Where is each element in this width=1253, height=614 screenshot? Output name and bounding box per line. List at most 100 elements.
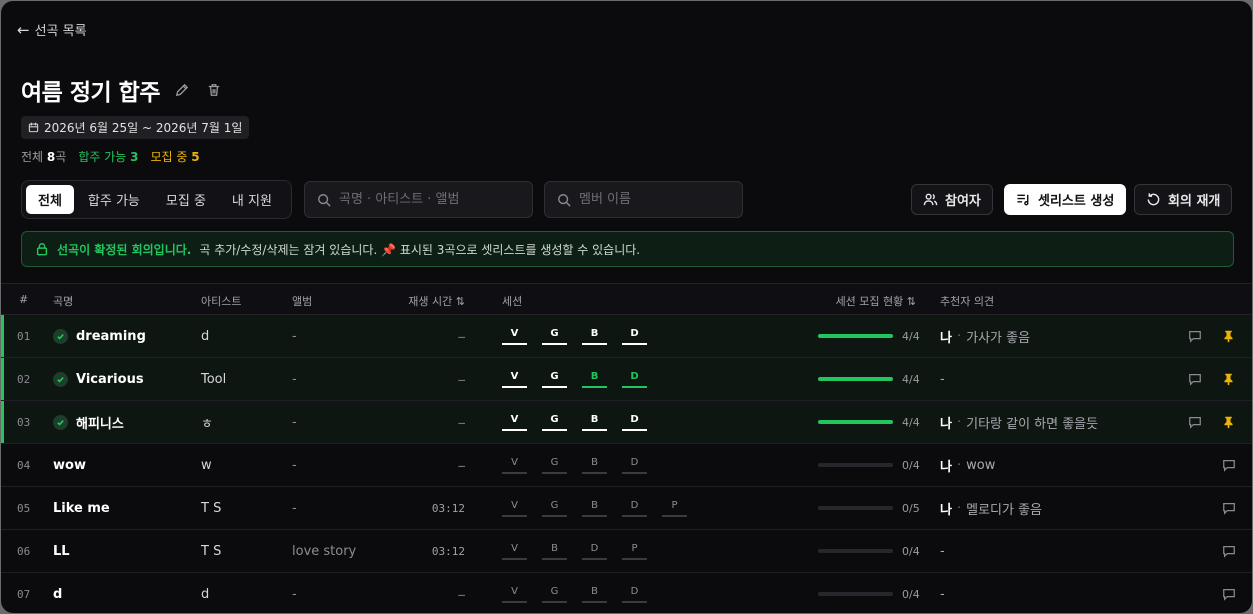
session-chip[interactable]: D (622, 457, 647, 474)
session-chip[interactable]: V (502, 371, 527, 388)
pin-icon[interactable] (1222, 329, 1235, 343)
col-num: # (19, 293, 29, 306)
member-search-input[interactable] (579, 192, 729, 207)
session-chip[interactable]: G (542, 371, 567, 388)
comment-icon[interactable] (1222, 458, 1236, 472)
session-chip[interactable]: B (582, 500, 607, 517)
session-chip[interactable]: V (502, 543, 527, 560)
resume-meeting-button[interactable]: 회의 재개 (1134, 184, 1233, 215)
page-title: 여름 정기 합주 (21, 80, 160, 106)
table-row[interactable]: 04 wow w - – V G B D 0/4 나 · wow (1, 444, 1252, 487)
col-title: 곡명 (53, 295, 74, 308)
session-chip[interactable]: V (502, 414, 527, 431)
session-chip[interactable]: G (542, 328, 567, 345)
session-chip[interactable]: V (502, 586, 527, 603)
album: - (292, 328, 297, 344)
pin-icon[interactable] (1222, 372, 1235, 386)
song-counts: 전체 8곡 합주 가능 3 모집 중 5 (21, 148, 200, 165)
col-album: 앨범 (292, 295, 313, 308)
back-link[interactable]: ← 선곡 목록 (17, 20, 87, 40)
artist: w (201, 457, 212, 473)
session-chip[interactable]: P (662, 500, 687, 517)
progress-bar (818, 420, 893, 424)
session-chip[interactable]: D (622, 371, 647, 388)
opinion-text: wow (966, 457, 996, 473)
table-body: 01 dreaming d - – V G B D 4/4 나 · 가사가 좋음 02 Vicarious T… (1, 315, 1252, 613)
progress-fill (818, 377, 893, 381)
session-chip[interactable]: P (622, 543, 647, 560)
table-row[interactable]: 02 Vicarious Tool - – V G B D 4/4 - (1, 358, 1252, 401)
session-chip[interactable]: B (582, 371, 607, 388)
session-chips: VGBDP (502, 487, 687, 529)
comment-icon[interactable] (1188, 372, 1202, 386)
filter-tabs: 전체 합주 가능 모집 중 내 지원 (21, 180, 292, 219)
progress-bar (818, 463, 893, 467)
participants-button[interactable]: 참여자 (911, 184, 993, 215)
song-title: Like me (53, 500, 110, 516)
duration: – (458, 329, 465, 343)
session-chip[interactable]: G (542, 414, 567, 431)
session-chip[interactable]: B (582, 457, 607, 474)
session-chip[interactable]: V (502, 328, 527, 345)
session-chip[interactable]: V (502, 457, 527, 474)
session-chips: VGBD (502, 444, 647, 486)
row-number: 03 (17, 415, 31, 429)
session-chip[interactable]: G (542, 457, 567, 474)
col-duration-sort[interactable]: 재생 시간 ⇅ (408, 293, 465, 309)
col-progress-sort[interactable]: 세션 모집 현황 ⇅ (836, 293, 916, 309)
users-icon (923, 193, 938, 206)
song-title: LL (53, 543, 70, 559)
session-progress: 4/4 (818, 315, 920, 357)
session-chip[interactable]: D (622, 328, 647, 345)
tab-available[interactable]: 합주 가능 (76, 185, 152, 214)
session-chip[interactable]: D (582, 543, 607, 560)
session-chip[interactable]: B (542, 543, 567, 560)
session-chip[interactable]: D (622, 500, 647, 517)
opinion-text: 멜로디가 좋음 (966, 502, 1043, 518)
table-row[interactable]: 06 LL T S love story 03:12 V B D P 0/4 - (1, 530, 1252, 573)
table-row[interactable]: 01 dreaming d - – V G B D 4/4 나 · 가사가 좋음 (1, 315, 1252, 358)
count-recruiting: 모집 중 5 (150, 150, 200, 164)
tab-my-applications[interactable]: 내 지원 (220, 185, 284, 214)
pin-icon[interactable] (1222, 415, 1235, 429)
progress-text: 0/4 (902, 458, 920, 472)
recommender-name: 나 (940, 502, 952, 518)
table-row[interactable]: 03 해피니스 ㅎ - – V G B D 4/4 나 · 기타랑 같이 하면 좋을듯 (1, 401, 1252, 444)
pencil-icon[interactable] (172, 80, 192, 100)
trash-icon[interactable] (204, 80, 224, 100)
row-number: 05 (17, 501, 31, 515)
tab-all[interactable]: 전체 (26, 185, 74, 214)
table-row[interactable]: 07 d d - – V G B D 0/4 - (1, 573, 1252, 613)
row-number: 06 (17, 544, 31, 558)
song-search-input[interactable] (339, 192, 519, 207)
session-chip[interactable]: B (582, 328, 607, 345)
session-chips: VGBD (502, 573, 647, 613)
tab-recruiting[interactable]: 모집 중 (154, 185, 218, 214)
session-progress: 0/5 (818, 487, 920, 529)
session-chip[interactable]: G (542, 500, 567, 517)
comment-icon[interactable] (1222, 544, 1236, 558)
recommender-name: 나 (940, 330, 952, 346)
col-opinion: 추천자 의견 (940, 295, 995, 308)
session-chip[interactable]: B (582, 586, 607, 603)
session-chip[interactable]: B (582, 414, 607, 431)
progress-bar (818, 506, 893, 510)
col-artist: 아티스트 (201, 295, 242, 308)
comment-icon[interactable] (1222, 501, 1236, 515)
session-chip[interactable]: V (502, 500, 527, 517)
recommender-opinion: - (940, 530, 945, 572)
comment-icon[interactable] (1188, 329, 1202, 343)
session-chip[interactable]: D (622, 586, 647, 603)
comment-icon[interactable] (1188, 415, 1202, 429)
comment-icon[interactable] (1222, 587, 1236, 601)
progress-fill (818, 420, 893, 424)
duration: – (458, 372, 465, 386)
session-chip[interactable]: G (542, 586, 567, 603)
duration: – (458, 587, 465, 601)
song-title: wow (53, 457, 86, 473)
table-row[interactable]: 05 Like me T S - 03:12 V G B D P 0/5 나 · 멜로디가 좋음 (1, 487, 1252, 530)
album: - (292, 586, 297, 602)
create-setlist-button[interactable]: 셋리스트 생성 (1004, 184, 1127, 215)
session-chip[interactable]: D (622, 414, 647, 431)
progress-bar (818, 377, 893, 381)
